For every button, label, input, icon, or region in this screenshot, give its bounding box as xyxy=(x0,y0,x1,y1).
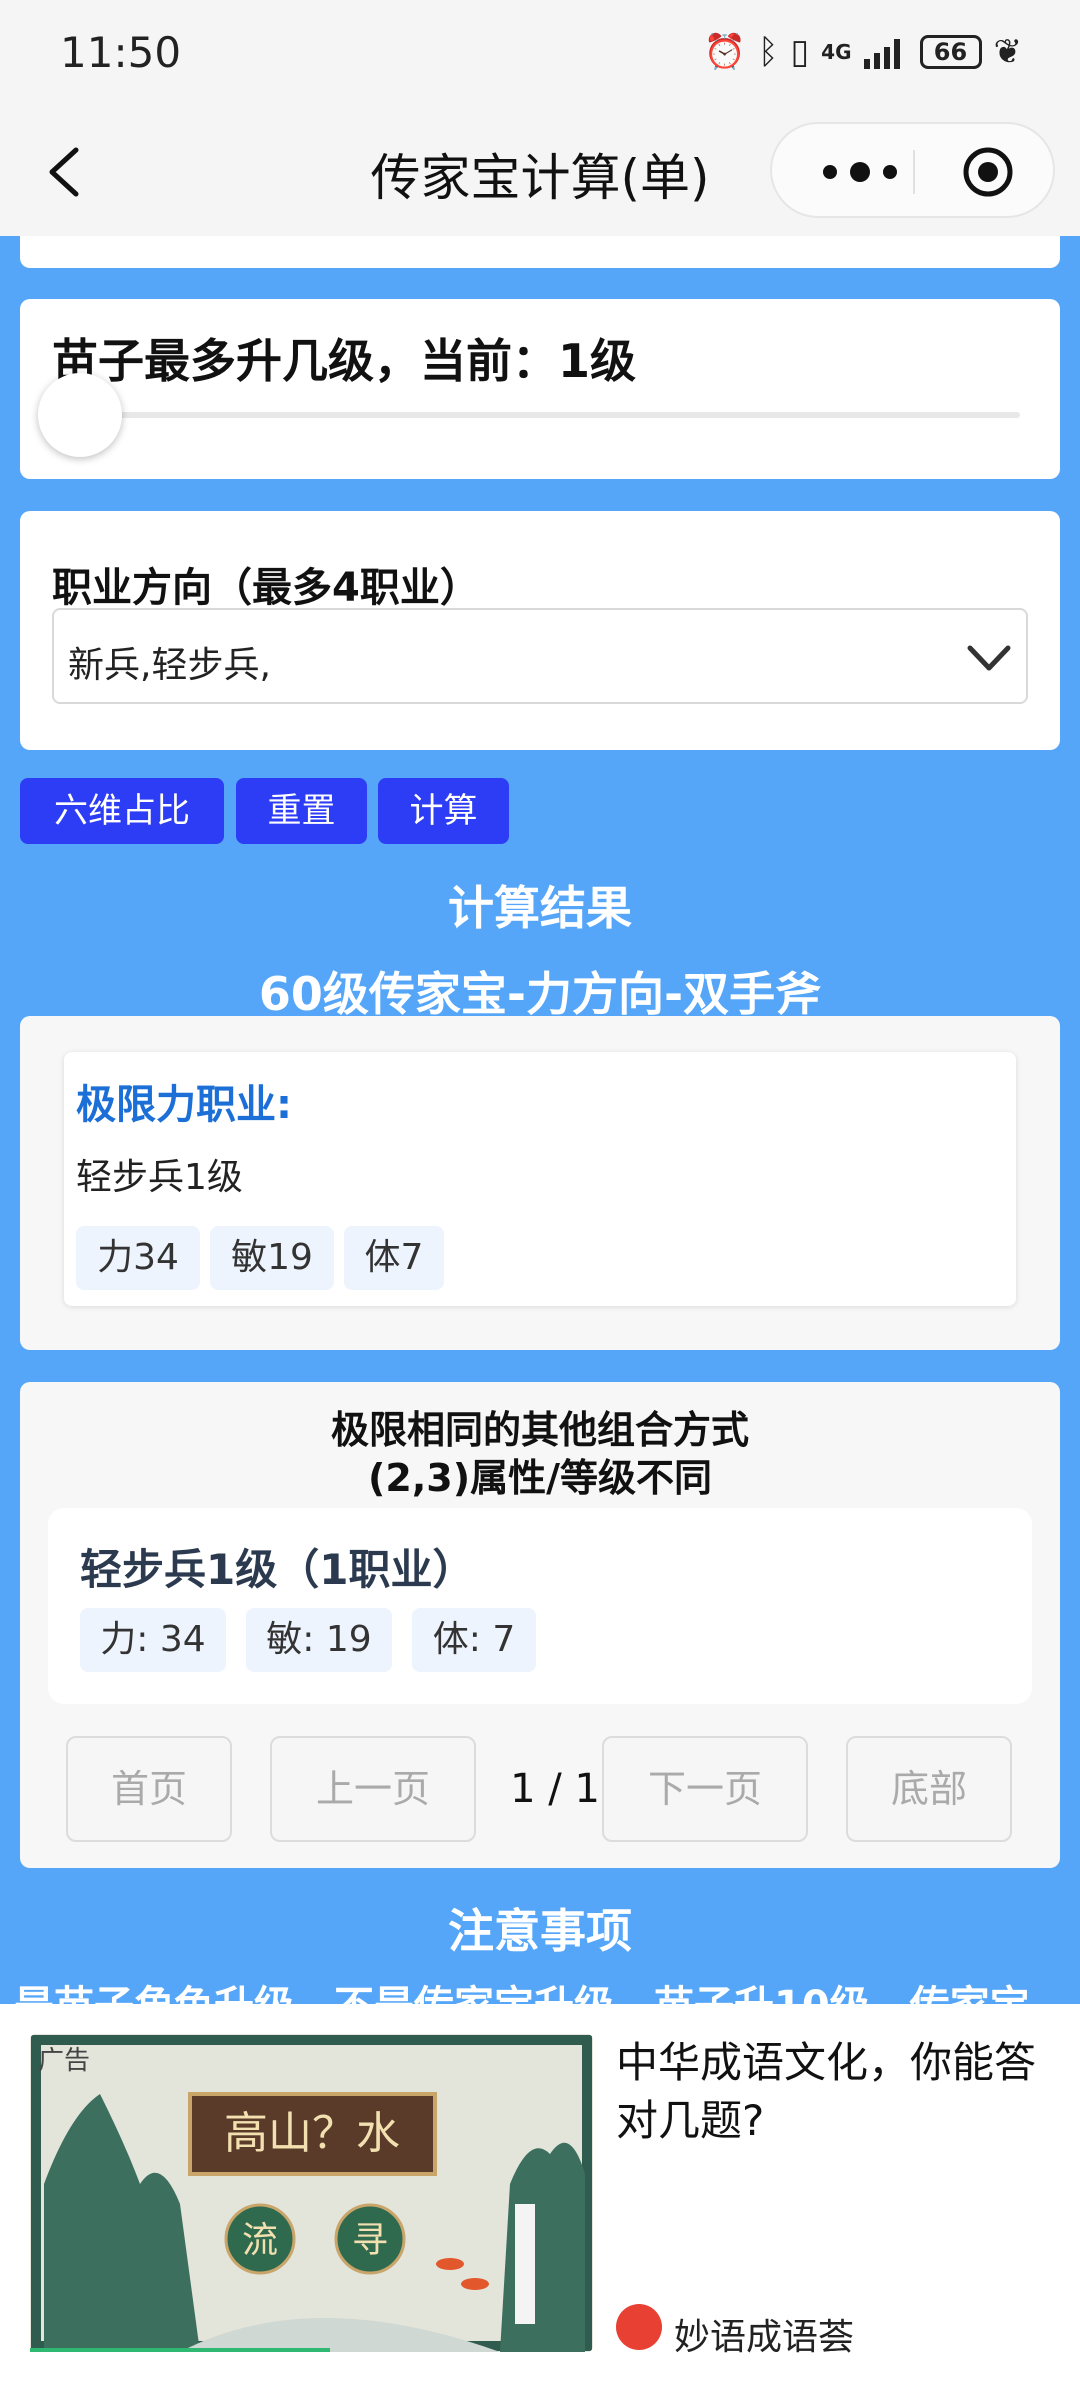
notice-heading: 注意事项 xyxy=(448,1904,632,1958)
combo-stat-con: 体: 7 xyxy=(412,1608,536,1672)
result-subheading: 60级传家宝-力方向-双手斧 xyxy=(258,967,822,1021)
page-indicator: 1 / 1 xyxy=(510,1766,600,1812)
level-slider-card: 苗子最多升几级，当前：1级 xyxy=(20,299,1060,479)
ad-headline[interactable]: 中华成语文化，你能答对几题? xyxy=(616,2034,1056,2150)
ad-image[interactable]: 高山？水 流 寻 广告 xyxy=(30,2034,593,2352)
next-page-button[interactable]: 下一页 xyxy=(602,1736,808,1842)
battery-icon: 66 xyxy=(919,35,982,69)
vibrate-icon: ▯ xyxy=(790,32,810,72)
ad-progress-bar xyxy=(30,2348,330,2352)
combo-item-name: 轻步兵1级（1职业） xyxy=(80,1545,475,1594)
profession-label: 职业方向（最多4职业） xyxy=(52,565,480,611)
result-heading: 计算结果 xyxy=(448,881,632,935)
result-inner-card: 极限力职业: 轻步兵1级 力34 敏19 体7 xyxy=(64,1052,1016,1306)
alarm-icon: ⏰ xyxy=(703,32,747,72)
nav-bar: 传家宝计算(单) xyxy=(0,106,1080,236)
bluetooth-icon: ᛒ xyxy=(758,32,779,72)
slider-thumb[interactable] xyxy=(38,373,122,457)
status-bar: 11:50 ⏰ ᛒ ▯ 4G 66 ❦ xyxy=(0,0,1080,106)
combo-stat-str: 力: 34 xyxy=(80,1608,226,1672)
ad-illustration: 高山？水 流 寻 xyxy=(30,2034,593,2352)
chevron-down-icon xyxy=(967,645,1011,671)
last-page-button[interactable]: 底部 xyxy=(846,1736,1012,1842)
calculate-button[interactable]: 计算 xyxy=(378,778,509,844)
profession-select[interactable]: 新兵,轻步兵, xyxy=(52,608,1028,704)
reset-button[interactable]: 重置 xyxy=(236,778,367,844)
stat-tag-str: 力34 xyxy=(76,1226,200,1290)
combos-title-line2: (2,3)属性/等级不同 xyxy=(368,1456,712,1500)
stat-tag-agi: 敏19 xyxy=(210,1226,334,1290)
ad-banner[interactable]: 高山？水 流 寻 广告 中华成语文化，你能答对几题? 妙语成语荟 xyxy=(0,2004,1080,2382)
ad-image-char-1: 流 xyxy=(242,2220,278,2261)
brand-avatar-icon xyxy=(616,2304,662,2350)
result-card: 极限力职业: 轻步兵1级 力34 敏19 体7 xyxy=(20,1016,1060,1350)
combo-stat-agi: 敏: 19 xyxy=(246,1608,392,1672)
close-target-icon[interactable] xyxy=(962,146,1014,198)
combos-card: 极限相同的其他组合方式 (2,3)属性/等级不同 轻步兵1级（1职业） 力: 3… xyxy=(20,1382,1060,1868)
ratio-button[interactable]: 六维占比 xyxy=(20,778,224,844)
capsule-divider xyxy=(913,150,915,194)
network-type: 4G xyxy=(821,40,852,64)
profession-card: 职业方向（最多4职业） 新兵,轻步兵, xyxy=(20,511,1060,750)
slider-title: 苗子最多升几级，当前：1级 xyxy=(52,334,637,388)
ad-brand[interactable]: 妙语成语荟 xyxy=(674,2308,854,2360)
ad-tag: 广告 xyxy=(38,2046,91,2076)
notice-text: 是苗子角色升级，不是传家宝升级，苗子升10级，传家宝 xyxy=(14,1980,1080,2004)
previous-card xyxy=(20,236,1060,268)
first-page-button[interactable]: 首页 xyxy=(66,1736,232,1842)
signal-icon xyxy=(863,39,900,69)
mini-program-capsule xyxy=(770,122,1055,218)
limit-label: 极限力职业: xyxy=(76,1082,292,1128)
prev-page-button[interactable]: 上一页 xyxy=(270,1736,476,1842)
profession-value: 新兵,轻步兵, xyxy=(68,645,271,686)
more-icon[interactable] xyxy=(810,154,910,190)
combo-item: 轻步兵1级（1职业） 力: 34 敏: 19 体: 7 xyxy=(48,1508,1032,1704)
status-icons: ⏰ ᛒ ▯ 4G 66 ❦ xyxy=(704,30,1022,74)
stat-tag-con: 体7 xyxy=(344,1226,444,1290)
slider-track[interactable] xyxy=(80,412,1020,418)
result-job: 轻步兵1级 xyxy=(76,1157,243,1198)
combos-title-line1: 极限相同的其他组合方式 xyxy=(330,1408,749,1452)
ad-image-char-2: 寻 xyxy=(352,2220,388,2261)
status-time: 11:50 xyxy=(60,28,182,77)
ad-image-title: 高山？水 xyxy=(224,2108,400,2159)
leaf-icon: ❦ xyxy=(993,32,1023,72)
